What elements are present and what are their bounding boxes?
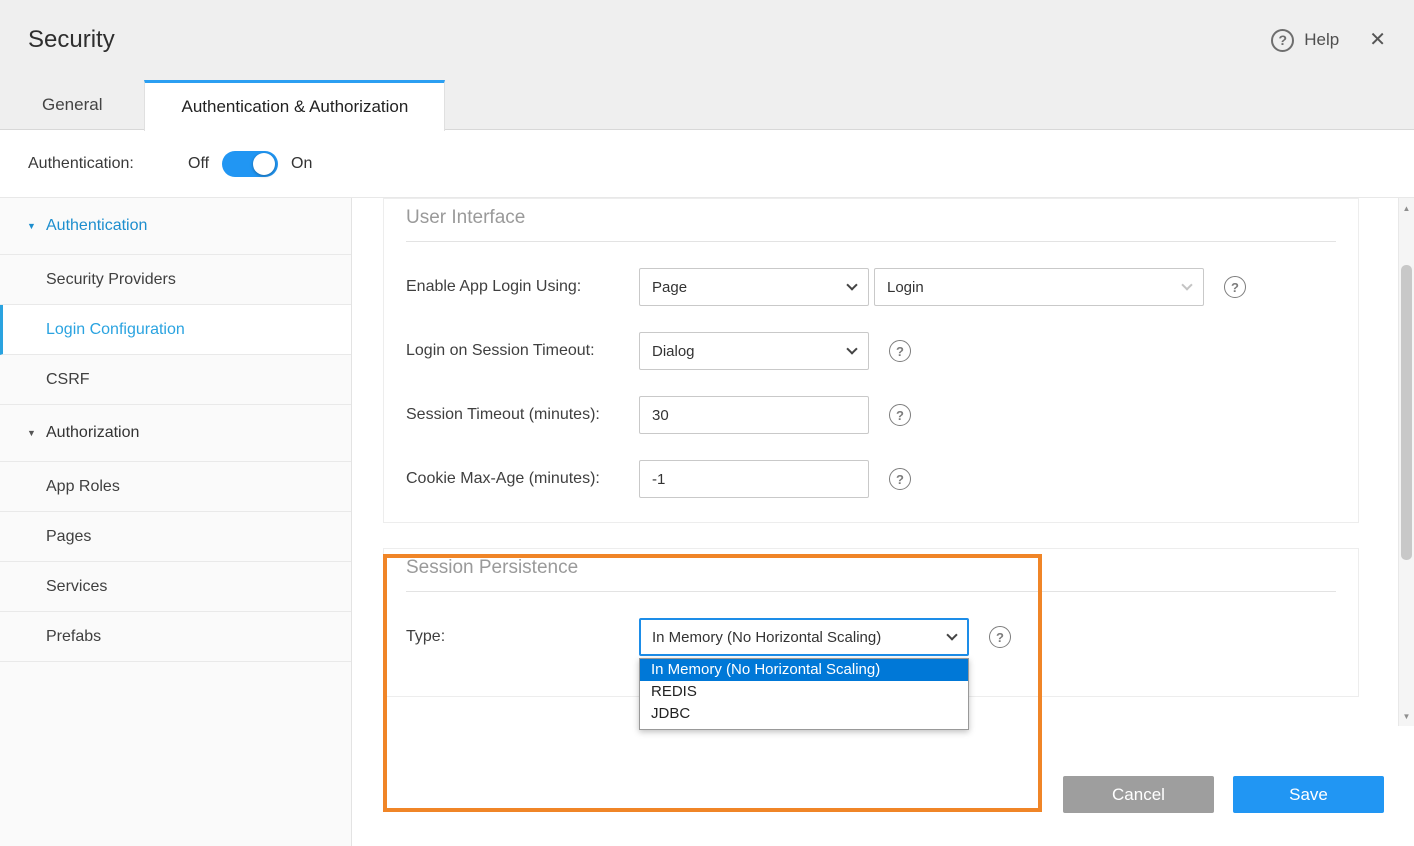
help-icon[interactable]: ? (989, 626, 1011, 648)
close-icon[interactable]: ✕ (1369, 30, 1386, 50)
sidebar-item-label: Security Providers (46, 271, 176, 289)
authentication-toggle[interactable] (222, 151, 278, 177)
session-timeout-input[interactable] (639, 396, 869, 434)
help-icon[interactable]: ? (889, 468, 911, 490)
tab-bar: General Authentication & Authorization (0, 80, 1414, 130)
field-label: Type: (406, 628, 639, 646)
sidebar: ▼ Authentication Security Providers Logi… (0, 198, 352, 846)
login-page-select[interactable]: Login (874, 268, 1204, 306)
field-label: Cookie Max-Age (minutes): (406, 470, 639, 488)
toggle-knob-icon (253, 153, 275, 175)
session-persistence-form: Type: In Memory (No Horizontal Scaling) … (406, 618, 1336, 656)
caret-down-icon: ▼ (27, 428, 36, 438)
dialog-header: Security ? Help ✕ (0, 0, 1414, 80)
dropdown-option-jdbc[interactable]: JDBC (640, 703, 968, 725)
dialog-footer: Cancel Save (352, 726, 1414, 846)
sidebar-item-security-providers[interactable]: Security Providers (0, 255, 351, 305)
select-value: Page (652, 279, 687, 296)
authentication-label: Authentication: (28, 155, 188, 173)
select-value: In Memory (No Horizontal Scaling) (652, 629, 881, 646)
sidebar-item-csrf[interactable]: CSRF (0, 355, 351, 405)
tab-general[interactable]: General (0, 80, 144, 130)
session-persistence-type-select[interactable]: In Memory (No Horizontal Scaling) (639, 618, 969, 656)
user-interface-section: User Interface Enable App Login Using: P… (383, 198, 1359, 523)
session-persistence-section: Session Persistence Type: In Memory (No … (383, 548, 1359, 697)
sidebar-group-label: Authorization (46, 424, 139, 442)
user-interface-form: Enable App Login Using: Page Login ? Log… (406, 268, 1336, 498)
sidebar-item-label: CSRF (46, 371, 90, 389)
authentication-toggle-row: Authentication: Off On (0, 130, 1414, 198)
chevron-down-icon (946, 629, 957, 640)
sidebar-item-prefabs[interactable]: Prefabs (0, 612, 351, 662)
cookie-max-age-input[interactable] (639, 460, 869, 498)
toggle-off-label: Off (188, 155, 209, 173)
sidebar-item-login-configuration[interactable]: Login Configuration (0, 305, 351, 355)
enable-app-login-select[interactable]: Page (639, 268, 869, 306)
page-title: Security (28, 26, 115, 54)
sidebar-item-services[interactable]: Services (0, 562, 351, 612)
field-label: Enable App Login Using: (406, 278, 639, 296)
scroll-down-icon[interactable]: ▼ (1399, 708, 1414, 724)
help-icon[interactable]: ? (1271, 29, 1294, 52)
help-icon[interactable]: ? (889, 340, 911, 362)
sidebar-group-authorization[interactable]: ▼ Authorization (0, 405, 351, 462)
sidebar-item-label: Pages (46, 528, 91, 546)
section-title-session-persistence: Session Persistence (406, 549, 1336, 592)
dropdown-option-redis[interactable]: REDIS (640, 681, 968, 703)
type-select-dropdown: In Memory (No Horizontal Scaling) REDIS … (639, 658, 969, 730)
save-button[interactable]: Save (1233, 776, 1384, 813)
section-title-user-interface: User Interface (406, 199, 1336, 242)
select-value: Dialog (652, 343, 695, 360)
field-label: Session Timeout (minutes): (406, 406, 639, 424)
chevron-down-icon (1181, 279, 1192, 290)
field-label: Login on Session Timeout: (406, 342, 639, 360)
scroll-up-icon[interactable]: ▲ (1399, 200, 1414, 216)
login-on-timeout-select[interactable]: Dialog (639, 332, 869, 370)
help-icon[interactable]: ? (1224, 276, 1246, 298)
sidebar-item-pages[interactable]: Pages (0, 512, 351, 562)
sidebar-item-label: App Roles (46, 478, 120, 496)
form-row-type: Type: In Memory (No Horizontal Scaling) … (406, 618, 1336, 656)
scrollable-content: User Interface Enable App Login Using: P… (352, 198, 1414, 726)
form-row-login-on-timeout: Login on Session Timeout: Dialog ? (406, 332, 1336, 370)
sidebar-item-app-roles[interactable]: App Roles (0, 462, 351, 512)
form-row-session-timeout: Session Timeout (minutes): ? (406, 396, 1336, 434)
cancel-button[interactable]: Cancel (1063, 776, 1214, 813)
vertical-scrollbar[interactable]: ▲ ▼ (1398, 198, 1414, 726)
main-area: ▼ Authentication Security Providers Logi… (0, 198, 1414, 846)
dropdown-option-in-memory[interactable]: In Memory (No Horizontal Scaling) (640, 659, 968, 681)
sidebar-item-label: Prefabs (46, 628, 101, 646)
select-value: Login (887, 279, 924, 296)
scrollbar-thumb[interactable] (1401, 265, 1412, 560)
tab-authentication-authorization[interactable]: Authentication & Authorization (144, 80, 445, 131)
sidebar-group-authentication[interactable]: ▼ Authentication (0, 198, 351, 255)
form-row-cookie-max-age: Cookie Max-Age (minutes): ? (406, 460, 1336, 498)
help-icon[interactable]: ? (889, 404, 911, 426)
type-select-wrapper: In Memory (No Horizontal Scaling) In Mem… (639, 618, 969, 656)
header-actions: ? Help ✕ (1271, 29, 1386, 52)
sidebar-group-label: Authentication (46, 217, 147, 235)
chevron-down-icon (846, 343, 857, 354)
form-row-enable-app-login: Enable App Login Using: Page Login ? (406, 268, 1336, 306)
sidebar-item-label: Login Configuration (46, 321, 185, 339)
toggle-on-label: On (291, 155, 312, 173)
caret-down-icon: ▼ (27, 221, 36, 231)
chevron-down-icon (846, 279, 857, 290)
content-area: User Interface Enable App Login Using: P… (352, 198, 1414, 846)
sidebar-item-label: Services (46, 578, 107, 596)
help-button[interactable]: Help (1304, 30, 1339, 50)
